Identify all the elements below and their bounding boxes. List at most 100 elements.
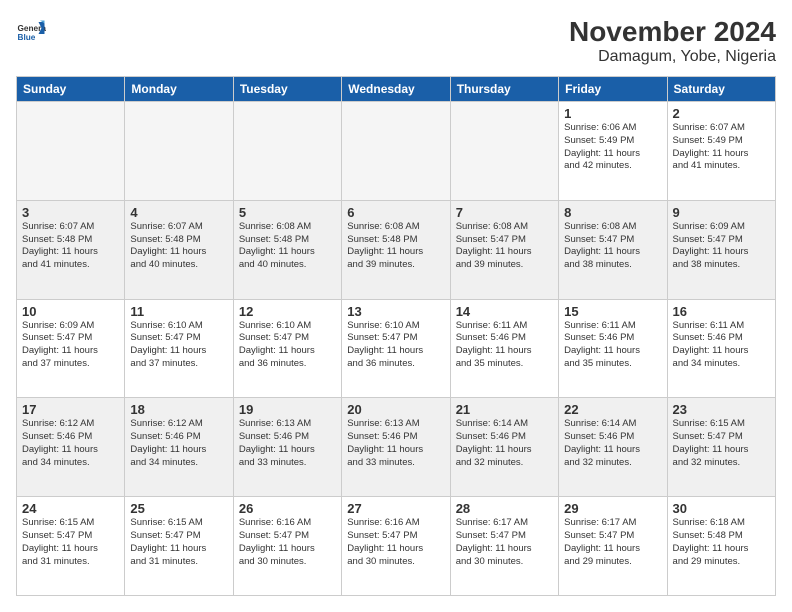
day-number: 26 [239,501,336,516]
day-info: Sunrise: 6:06 AM Sunset: 5:49 PM Dayligh… [564,122,661,173]
day-number: 10 [22,304,119,319]
day-number: 20 [347,402,444,417]
day-info: Sunrise: 6:16 AM Sunset: 5:47 PM Dayligh… [239,517,336,568]
day-info: Sunrise: 6:11 AM Sunset: 5:46 PM Dayligh… [564,320,661,371]
day-info: Sunrise: 6:11 AM Sunset: 5:46 PM Dayligh… [456,320,553,371]
calendar-header-row: Sunday Monday Tuesday Wednesday Thursday… [17,77,776,102]
day-info: Sunrise: 6:07 AM Sunset: 5:49 PM Dayligh… [673,122,770,173]
title-block: November 2024 Damagum, Yobe, Nigeria [569,16,776,66]
day-info: Sunrise: 6:12 AM Sunset: 5:46 PM Dayligh… [130,418,227,469]
table-row: 5Sunrise: 6:08 AM Sunset: 5:48 PM Daylig… [233,200,341,299]
table-row: 24Sunrise: 6:15 AM Sunset: 5:47 PM Dayli… [17,497,125,596]
day-info: Sunrise: 6:15 AM Sunset: 5:47 PM Dayligh… [22,517,119,568]
day-number: 18 [130,402,227,417]
calendar-week-row: 24Sunrise: 6:15 AM Sunset: 5:47 PM Dayli… [17,497,776,596]
day-number: 7 [456,205,553,220]
table-row: 6Sunrise: 6:08 AM Sunset: 5:48 PM Daylig… [342,200,450,299]
table-row: 20Sunrise: 6:13 AM Sunset: 5:46 PM Dayli… [342,398,450,497]
day-info: Sunrise: 6:08 AM Sunset: 5:47 PM Dayligh… [456,221,553,272]
calendar-week-row: 10Sunrise: 6:09 AM Sunset: 5:47 PM Dayli… [17,299,776,398]
svg-text:Blue: Blue [18,33,36,42]
table-row: 27Sunrise: 6:16 AM Sunset: 5:47 PM Dayli… [342,497,450,596]
day-info: Sunrise: 6:08 AM Sunset: 5:48 PM Dayligh… [347,221,444,272]
table-row: 19Sunrise: 6:13 AM Sunset: 5:46 PM Dayli… [233,398,341,497]
table-row: 4Sunrise: 6:07 AM Sunset: 5:48 PM Daylig… [125,200,233,299]
day-info: Sunrise: 6:10 AM Sunset: 5:47 PM Dayligh… [239,320,336,371]
day-number: 13 [347,304,444,319]
day-info: Sunrise: 6:13 AM Sunset: 5:46 PM Dayligh… [239,418,336,469]
day-number: 28 [456,501,553,516]
day-info: Sunrise: 6:18 AM Sunset: 5:48 PM Dayligh… [673,517,770,568]
day-info: Sunrise: 6:08 AM Sunset: 5:48 PM Dayligh… [239,221,336,272]
table-row: 18Sunrise: 6:12 AM Sunset: 5:46 PM Dayli… [125,398,233,497]
table-row [342,102,450,201]
day-number: 11 [130,304,227,319]
calendar-week-row: 1Sunrise: 6:06 AM Sunset: 5:49 PM Daylig… [17,102,776,201]
day-number: 1 [564,106,661,121]
day-info: Sunrise: 6:10 AM Sunset: 5:47 PM Dayligh… [347,320,444,371]
day-info: Sunrise: 6:15 AM Sunset: 5:47 PM Dayligh… [130,517,227,568]
day-info: Sunrise: 6:13 AM Sunset: 5:46 PM Dayligh… [347,418,444,469]
day-info: Sunrise: 6:11 AM Sunset: 5:46 PM Dayligh… [673,320,770,371]
table-row: 8Sunrise: 6:08 AM Sunset: 5:47 PM Daylig… [559,200,667,299]
calendar: Sunday Monday Tuesday Wednesday Thursday… [16,76,776,596]
col-wednesday: Wednesday [342,77,450,102]
table-row: 15Sunrise: 6:11 AM Sunset: 5:46 PM Dayli… [559,299,667,398]
calendar-week-row: 17Sunrise: 6:12 AM Sunset: 5:46 PM Dayli… [17,398,776,497]
col-sunday: Sunday [17,77,125,102]
day-info: Sunrise: 6:14 AM Sunset: 5:46 PM Dayligh… [456,418,553,469]
col-tuesday: Tuesday [233,77,341,102]
day-number: 27 [347,501,444,516]
day-info: Sunrise: 6:12 AM Sunset: 5:46 PM Dayligh… [22,418,119,469]
table-row: 10Sunrise: 6:09 AM Sunset: 5:47 PM Dayli… [17,299,125,398]
table-row: 13Sunrise: 6:10 AM Sunset: 5:47 PM Dayli… [342,299,450,398]
table-row: 21Sunrise: 6:14 AM Sunset: 5:46 PM Dayli… [450,398,558,497]
table-row [450,102,558,201]
day-info: Sunrise: 6:08 AM Sunset: 5:47 PM Dayligh… [564,221,661,272]
table-row: 9Sunrise: 6:09 AM Sunset: 5:47 PM Daylig… [667,200,775,299]
day-info: Sunrise: 6:14 AM Sunset: 5:46 PM Dayligh… [564,418,661,469]
day-info: Sunrise: 6:17 AM Sunset: 5:47 PM Dayligh… [564,517,661,568]
table-row: 3Sunrise: 6:07 AM Sunset: 5:48 PM Daylig… [17,200,125,299]
table-row: 14Sunrise: 6:11 AM Sunset: 5:46 PM Dayli… [450,299,558,398]
table-row: 28Sunrise: 6:17 AM Sunset: 5:47 PM Dayli… [450,497,558,596]
table-row: 12Sunrise: 6:10 AM Sunset: 5:47 PM Dayli… [233,299,341,398]
calendar-week-row: 3Sunrise: 6:07 AM Sunset: 5:48 PM Daylig… [17,200,776,299]
table-row: 11Sunrise: 6:10 AM Sunset: 5:47 PM Dayli… [125,299,233,398]
table-row: 29Sunrise: 6:17 AM Sunset: 5:47 PM Dayli… [559,497,667,596]
day-number: 30 [673,501,770,516]
table-row: 7Sunrise: 6:08 AM Sunset: 5:47 PM Daylig… [450,200,558,299]
table-row: 1Sunrise: 6:06 AM Sunset: 5:49 PM Daylig… [559,102,667,201]
day-number: 24 [22,501,119,516]
day-info: Sunrise: 6:16 AM Sunset: 5:47 PM Dayligh… [347,517,444,568]
day-number: 22 [564,402,661,417]
col-thursday: Thursday [450,77,558,102]
day-number: 8 [564,205,661,220]
day-number: 25 [130,501,227,516]
day-info: Sunrise: 6:10 AM Sunset: 5:47 PM Dayligh… [130,320,227,371]
col-friday: Friday [559,77,667,102]
day-number: 16 [673,304,770,319]
day-number: 6 [347,205,444,220]
table-row [233,102,341,201]
table-row: 25Sunrise: 6:15 AM Sunset: 5:47 PM Dayli… [125,497,233,596]
table-row: 30Sunrise: 6:18 AM Sunset: 5:48 PM Dayli… [667,497,775,596]
table-row: 22Sunrise: 6:14 AM Sunset: 5:46 PM Dayli… [559,398,667,497]
day-number: 17 [22,402,119,417]
day-number: 15 [564,304,661,319]
day-number: 21 [456,402,553,417]
day-number: 3 [22,205,119,220]
day-number: 14 [456,304,553,319]
table-row [17,102,125,201]
day-number: 5 [239,205,336,220]
location: Damagum, Yobe, Nigeria [569,48,776,66]
day-number: 29 [564,501,661,516]
table-row: 17Sunrise: 6:12 AM Sunset: 5:46 PM Dayli… [17,398,125,497]
day-info: Sunrise: 6:15 AM Sunset: 5:47 PM Dayligh… [673,418,770,469]
day-info: Sunrise: 6:09 AM Sunset: 5:47 PM Dayligh… [673,221,770,272]
day-info: Sunrise: 6:07 AM Sunset: 5:48 PM Dayligh… [22,221,119,272]
day-info: Sunrise: 6:17 AM Sunset: 5:47 PM Dayligh… [456,517,553,568]
day-number: 2 [673,106,770,121]
table-row: 23Sunrise: 6:15 AM Sunset: 5:47 PM Dayli… [667,398,775,497]
table-row: 2Sunrise: 6:07 AM Sunset: 5:49 PM Daylig… [667,102,775,201]
